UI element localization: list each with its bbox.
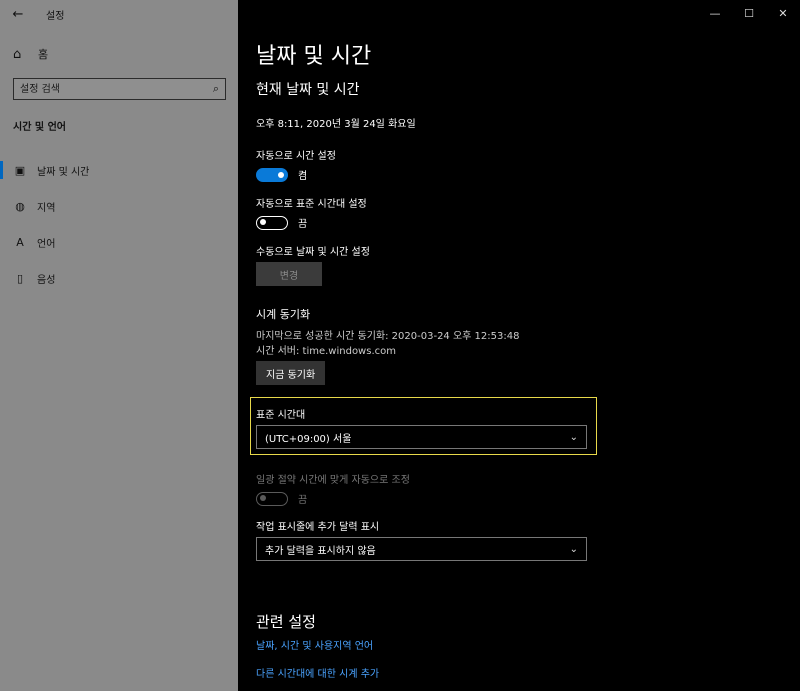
sidebar-nav: ▣ 날짜 및 시간 ◍ 지역 A 언어 ▯ 음성 xyxy=(0,152,238,296)
toggle-knob xyxy=(260,495,266,501)
home-label: 홈 xyxy=(38,48,49,61)
window-controls: — ☐ ✕ xyxy=(698,0,800,26)
timezone-highlight-box xyxy=(250,397,597,455)
search-input[interactable] xyxy=(14,79,207,99)
back-arrow-icon[interactable]: ← xyxy=(0,0,36,28)
manual-time-label: 수동으로 날짜 및 시간 설정 xyxy=(256,247,370,258)
sidebar-item-region[interactable]: ◍ 지역 xyxy=(0,188,238,224)
sidebar-item-label: 언어 xyxy=(37,238,56,250)
auto-time-label: 자동으로 시간 설정 xyxy=(256,151,336,162)
sidebar-item-label: 음성 xyxy=(37,274,56,286)
sidebar-item-label: 지역 xyxy=(37,202,56,214)
language-icon: A xyxy=(16,235,24,249)
search-box[interactable]: ⌕ xyxy=(13,78,226,100)
app-title: 설정 xyxy=(46,10,65,22)
dst-label: 일광 절약 시간에 맞게 자동으로 조정 xyxy=(256,475,410,486)
search-icon[interactable]: ⌕ xyxy=(207,82,225,96)
auto-timezone-label: 자동으로 표준 시간대 설정 xyxy=(256,199,367,210)
current-datetime: 오후 8:11, 2020년 3월 24일 화요일 xyxy=(256,119,416,130)
close-icon[interactable]: ✕ xyxy=(766,0,800,26)
chevron-down-icon: ⌄ xyxy=(569,543,578,555)
toggle-state: 끔 xyxy=(298,495,308,506)
toggle-state: 끔 xyxy=(298,219,308,230)
last-sync-info: 마지막으로 성공한 시간 동기화: 2020-03-24 오후 12:53:48 xyxy=(256,331,520,342)
auto-time-toggle[interactable] xyxy=(256,167,288,182)
region-language-link[interactable]: 날짜, 시간 및 사용지역 언어 xyxy=(256,637,373,652)
selection-indicator xyxy=(0,161,3,179)
globe-icon: ◍ xyxy=(15,199,25,213)
microphone-icon: ▯ xyxy=(16,271,24,285)
dst-toggle-row: 끔 xyxy=(256,491,307,506)
toggle-knob xyxy=(278,171,284,178)
dst-toggle[interactable] xyxy=(256,491,288,506)
title-bar: ← 설정 xyxy=(0,0,238,28)
calendar-value: 추가 달력을 표시하지 않음 xyxy=(265,545,376,557)
auto-timezone-toggle[interactable] xyxy=(256,215,288,230)
change-button[interactable]: 변경 xyxy=(256,262,322,286)
related-settings-title: 관련 설정 xyxy=(256,613,316,631)
page-title: 날짜 및 시간 xyxy=(256,44,372,69)
maximize-icon[interactable]: ☐ xyxy=(732,0,766,26)
time-server-info: 시간 서버: time.windows.com xyxy=(256,346,396,357)
sidebar-item-language[interactable]: A 언어 xyxy=(0,224,238,260)
add-clock-link[interactable]: 다른 시간대에 대한 시계 추가 xyxy=(256,665,379,680)
sync-title: 시계 동기화 xyxy=(256,308,311,321)
toggle-knob xyxy=(260,219,266,225)
home-icon: ⌂ xyxy=(13,46,22,62)
sidebar-item-label: 날짜 및 시간 xyxy=(37,166,90,178)
auto-timezone-toggle-row: 끔 xyxy=(256,215,307,230)
calendar-label: 작업 표시줄에 추가 달력 표시 xyxy=(256,522,380,533)
sidebar: ← 설정 ⌂ 홈 ⌕ 시간 및 언어 ▣ 날짜 및 시간 ◍ 지역 A 언어 ▯… xyxy=(0,0,238,691)
minimize-icon[interactable]: — xyxy=(698,0,732,26)
calendar-clock-icon: ▣ xyxy=(14,163,26,177)
sidebar-item-date-time[interactable]: ▣ 날짜 및 시간 xyxy=(0,152,238,188)
sync-now-button[interactable]: 지금 동기화 xyxy=(256,361,326,385)
auto-time-toggle-row: 켬 xyxy=(256,167,307,182)
section-heading: 시간 및 언어 xyxy=(13,122,66,133)
home-link[interactable]: ⌂ 홈 xyxy=(0,42,238,66)
toggle-state: 켬 xyxy=(298,171,308,182)
sidebar-item-speech[interactable]: ▯ 음성 xyxy=(0,260,238,296)
calendar-select[interactable]: 추가 달력을 표시하지 않음 ⌄ xyxy=(256,537,587,561)
section-title: 현재 날짜 및 시간 xyxy=(256,82,360,98)
